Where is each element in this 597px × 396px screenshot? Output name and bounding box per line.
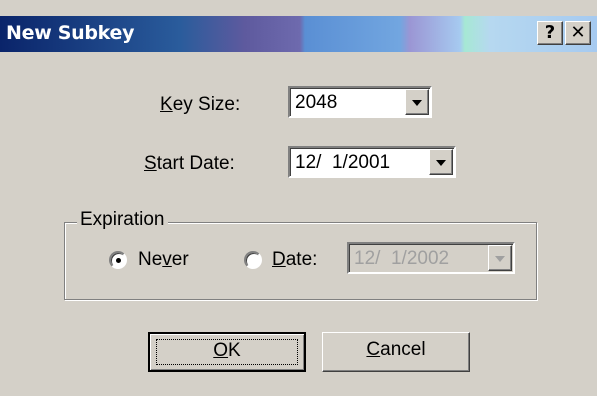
date-label-post: ate:	[285, 249, 318, 270]
cancel-mnemonic: C	[366, 339, 381, 360]
never-radio[interactable]	[109, 251, 127, 269]
expiration-date-picker[interactable]: 12/ 1/2002	[347, 242, 515, 274]
never-radio-label[interactable]: Never	[138, 249, 189, 271]
start-date-picker[interactable]: 12/ 1/2001	[288, 146, 456, 178]
help-button[interactable]: ?	[537, 21, 563, 45]
date-radio[interactable]	[244, 251, 262, 269]
key-size-mnemonic: K	[160, 94, 173, 115]
expiration-legend: Expiration	[77, 209, 168, 231]
start-date-dropdown-button[interactable]	[429, 149, 453, 175]
expiration-date-value: 12/ 1/2002	[354, 248, 450, 269]
key-size-value: 2048	[295, 92, 338, 113]
key-size-dropdown-button[interactable]	[405, 89, 429, 115]
title-bar[interactable]: New Subkey ? ✕	[0, 16, 597, 52]
cancel-button[interactable]: Cancel	[322, 332, 470, 372]
start-date-value: 12/ 1/2001	[295, 152, 391, 173]
start-date-label-text: tart Date:	[156, 153, 235, 174]
chevron-down-icon	[436, 160, 446, 166]
start-date-mnemonic: S	[144, 153, 157, 174]
chevron-down-icon	[412, 100, 422, 106]
close-button[interactable]: ✕	[565, 21, 591, 45]
expiration-date-dropdown-button[interactable]	[488, 245, 512, 271]
cancel-label-rest: ancel	[380, 339, 426, 360]
key-size-combobox[interactable]: 2048	[288, 86, 432, 118]
radio-selected-dot	[116, 258, 121, 263]
start-date-label: Start Date:	[144, 153, 235, 175]
date-radio-label[interactable]: Date:	[272, 249, 317, 271]
window-title: New Subkey	[6, 22, 135, 44]
key-size-label: Key Size:	[160, 94, 240, 116]
key-size-label-text: ey Size:	[172, 94, 241, 115]
focus-rectangle	[156, 339, 298, 365]
never-label-pre: Ne	[138, 249, 163, 270]
date-mnemonic: D	[272, 249, 286, 270]
new-subkey-dialog: New Subkey ? ✕ Key Size: 2048 Start Date…	[0, 0, 597, 396]
ok-button[interactable]: OK	[148, 332, 306, 372]
never-mnemonic: v	[162, 249, 172, 270]
never-label-post: er	[171, 249, 189, 270]
chevron-down-icon	[495, 256, 505, 262]
